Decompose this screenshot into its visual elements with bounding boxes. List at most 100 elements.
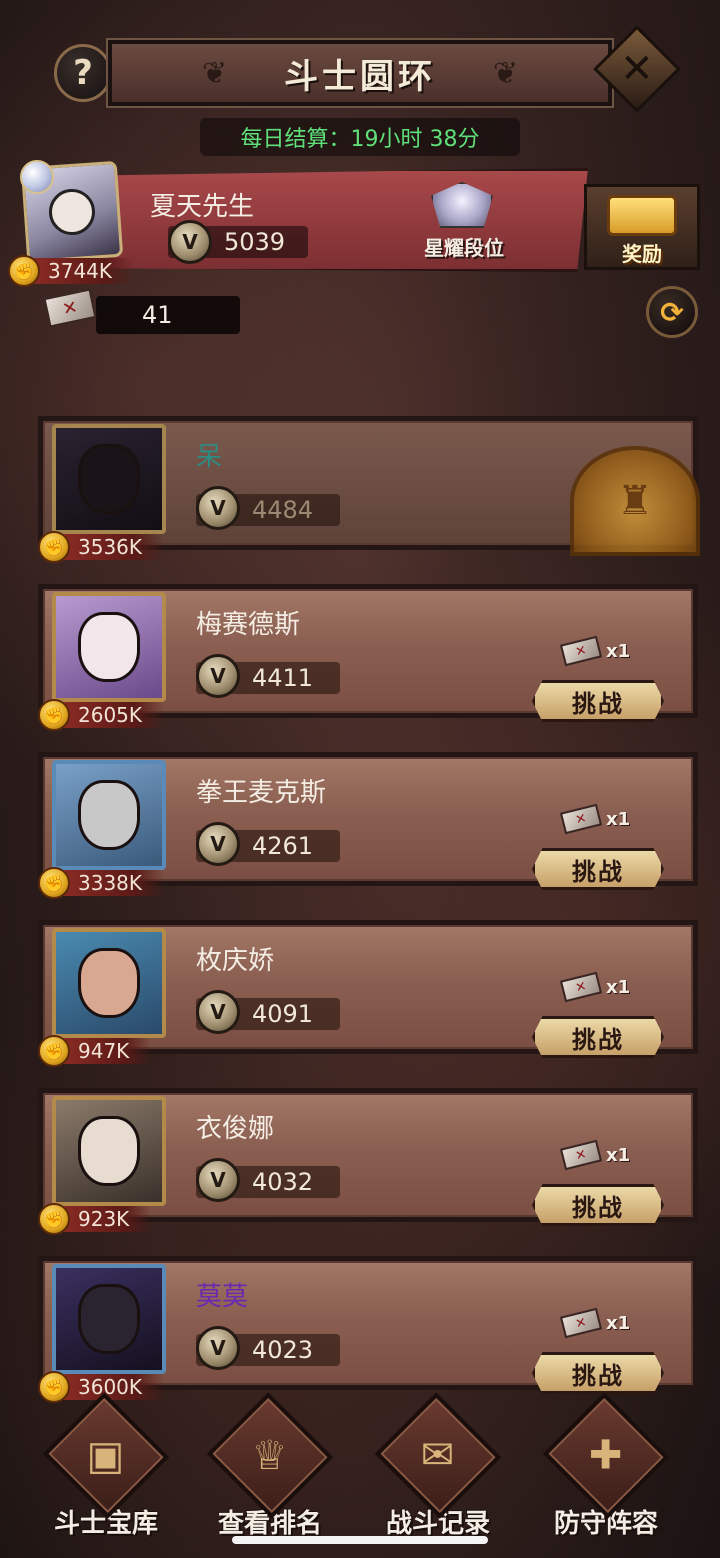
scroll-icon: ✉ [374, 1392, 502, 1519]
rank-label: 星耀段位 [424, 236, 504, 260]
opponent-name: 拳王麦克斯 [196, 778, 327, 808]
opponent-power: ✊ 3536K [38, 531, 165, 563]
opponent-power-value: 3536K [64, 534, 165, 560]
ticket-cost: ✕ x1 [559, 971, 631, 1003]
player-score: V 5039 [168, 220, 308, 264]
ticket-icon: ✕ [42, 286, 98, 330]
opponent-power-value: 2605K [64, 702, 165, 728]
nav-fighter-vault[interactable]: ▣ 斗士宝库 [36, 1392, 176, 1540]
opponent-power-value: 3600K [64, 1374, 165, 1400]
score-medal-icon: V [196, 1158, 240, 1202]
opponent-avatar[interactable] [52, 424, 166, 534]
title-banner: ❦ 斗士圆环 ❦ [106, 38, 614, 108]
opponent-score-value: 4091 [252, 1000, 314, 1028]
opponent-row: 枚庆娇 V 4091 ✊ 947K ✕ x1 挑战 [24, 908, 704, 1067]
ticket-cost: ✕ x1 [559, 803, 631, 835]
home-indicator[interactable] [232, 1536, 488, 1544]
score-medal-icon: V [196, 822, 240, 866]
opponent-row: 拳王麦克斯 V 4261 ✊ 3338K ✕ x1 挑战 [24, 740, 704, 899]
ticket-count-value: 41 [142, 301, 173, 329]
ticket-cost-label: x1 [606, 640, 631, 662]
opponent-power-value: 923K [64, 1206, 152, 1232]
opponent-score-value: 4484 [252, 496, 314, 524]
challenge-button[interactable]: 挑战 [532, 1184, 664, 1226]
ornament-right-icon: ❦ [492, 56, 518, 91]
ticket-icon: ✕ [559, 803, 603, 835]
fist-icon: ✊ [38, 699, 70, 731]
nav-defense-lineup[interactable]: ✚ 防守阵容 [536, 1392, 676, 1540]
opponent-avatar[interactable] [52, 1264, 166, 1374]
opponent-row: ♜ 呆 V 4484 ✊ 3536K [24, 404, 704, 563]
player-power-value: 3744K [34, 258, 135, 284]
fist-icon: ✊ [38, 531, 70, 563]
shield-icon: ✚ [542, 1392, 670, 1519]
challenge-button[interactable]: 挑战 [532, 680, 664, 722]
challenge-button[interactable]: 挑战 [532, 1352, 664, 1394]
opponent-name: 梅赛德斯 [196, 610, 301, 640]
ticket-icon: ✕ [559, 971, 603, 1003]
ticket-cost-label: x1 [606, 1144, 631, 1166]
page-title: 斗士圆环 [284, 56, 436, 97]
opponent-score: V 4411 [196, 654, 340, 698]
opponent-score: V 4032 [196, 1158, 340, 1202]
reward-chest-icon [607, 195, 677, 236]
opponent-score-value: 4032 [252, 1168, 314, 1196]
opponent-score-value: 4023 [252, 1336, 314, 1364]
ticket-cost: ✕ x1 [559, 1307, 631, 1339]
opponent-power-value: 947K [64, 1038, 152, 1064]
nav-battle-log[interactable]: ✉ 战斗记录 [368, 1392, 508, 1540]
opponent-row: 衣俊娜 V 4032 ✊ 923K ✕ x1 挑战 [24, 1076, 704, 1235]
help-button[interactable]: ? [54, 44, 112, 102]
opponent-score-value: 4411 [252, 664, 314, 692]
score-medal-icon: V [196, 990, 240, 1034]
bottom-nav: ▣ 斗士宝库 ♕ 查看排名 ✉ 战斗记录 ✚ 防守阵容 [0, 1392, 720, 1558]
opponent-score-value: 4261 [252, 832, 314, 860]
opponent-name: 莫莫 [196, 1282, 249, 1312]
question-icon: ? [73, 53, 93, 93]
ticket-count: 41 [96, 296, 240, 334]
opponent-power: ✊ 3338K [38, 867, 165, 899]
opponent-score: V 4023 [196, 1326, 340, 1370]
opponent-avatar[interactable] [52, 928, 166, 1038]
fist-icon: ✊ [8, 255, 40, 287]
ticket-icon: ✕ [559, 1307, 603, 1339]
challenge-button[interactable]: 挑战 [532, 848, 664, 890]
fist-icon: ✊ [38, 1371, 70, 1403]
opponent-name: 枚庆娇 [196, 946, 275, 976]
nav-view-ranking[interactable]: ♕ 查看排名 [200, 1392, 340, 1540]
score-medal-icon: V [196, 1326, 240, 1370]
opponent-power-value: 3338K [64, 870, 165, 896]
score-medal-icon: V [196, 654, 240, 698]
ticket-icon: ✕ [559, 635, 603, 667]
refresh-button[interactable]: ⟳ [646, 286, 698, 338]
challenge-button[interactable]: 挑战 [532, 1016, 664, 1058]
fist-icon: ✊ [38, 1035, 70, 1067]
opponent-name: 衣俊娜 [196, 1114, 275, 1144]
opponent-power: ✊ 947K [38, 1035, 152, 1067]
opponent-row: 莫莫 V 4023 ✊ 3600K ✕ x1 挑战 [24, 1244, 704, 1403]
close-icon: ✕ [620, 45, 654, 92]
defeated-seal-icon: ♜ [570, 446, 700, 556]
ticket-cost-label: x1 [606, 976, 631, 998]
reward-label: 奖励 [622, 242, 662, 266]
opponent-score: V 4261 [196, 822, 340, 866]
opponent-avatar[interactable] [52, 760, 166, 870]
opponent-avatar[interactable] [52, 1096, 166, 1206]
rank-crest-icon [431, 182, 493, 228]
ticket-cost: ✕ x1 [559, 635, 631, 667]
opponent-avatar[interactable] [52, 592, 166, 702]
opponent-power: ✊ 923K [38, 1203, 152, 1235]
player-name: 夏天先生 [150, 192, 255, 222]
opponent-score: V 4091 [196, 990, 340, 1034]
reward-button[interactable]: 奖励 [584, 184, 700, 270]
fist-icon: ✊ [38, 1203, 70, 1235]
avatar-face [47, 187, 97, 237]
opponent-name: 呆 [196, 442, 223, 472]
ticket-cost: ✕ x1 [559, 1139, 631, 1171]
score-medal-icon: V [196, 486, 240, 530]
ticket-cost-label: x1 [606, 1312, 631, 1334]
opponent-score: V 4484 [196, 486, 340, 530]
opponent-power: ✊ 2605K [38, 699, 165, 731]
ticket-cost-label: x1 [606, 808, 631, 830]
ornament-left-icon: ❦ [202, 56, 228, 91]
